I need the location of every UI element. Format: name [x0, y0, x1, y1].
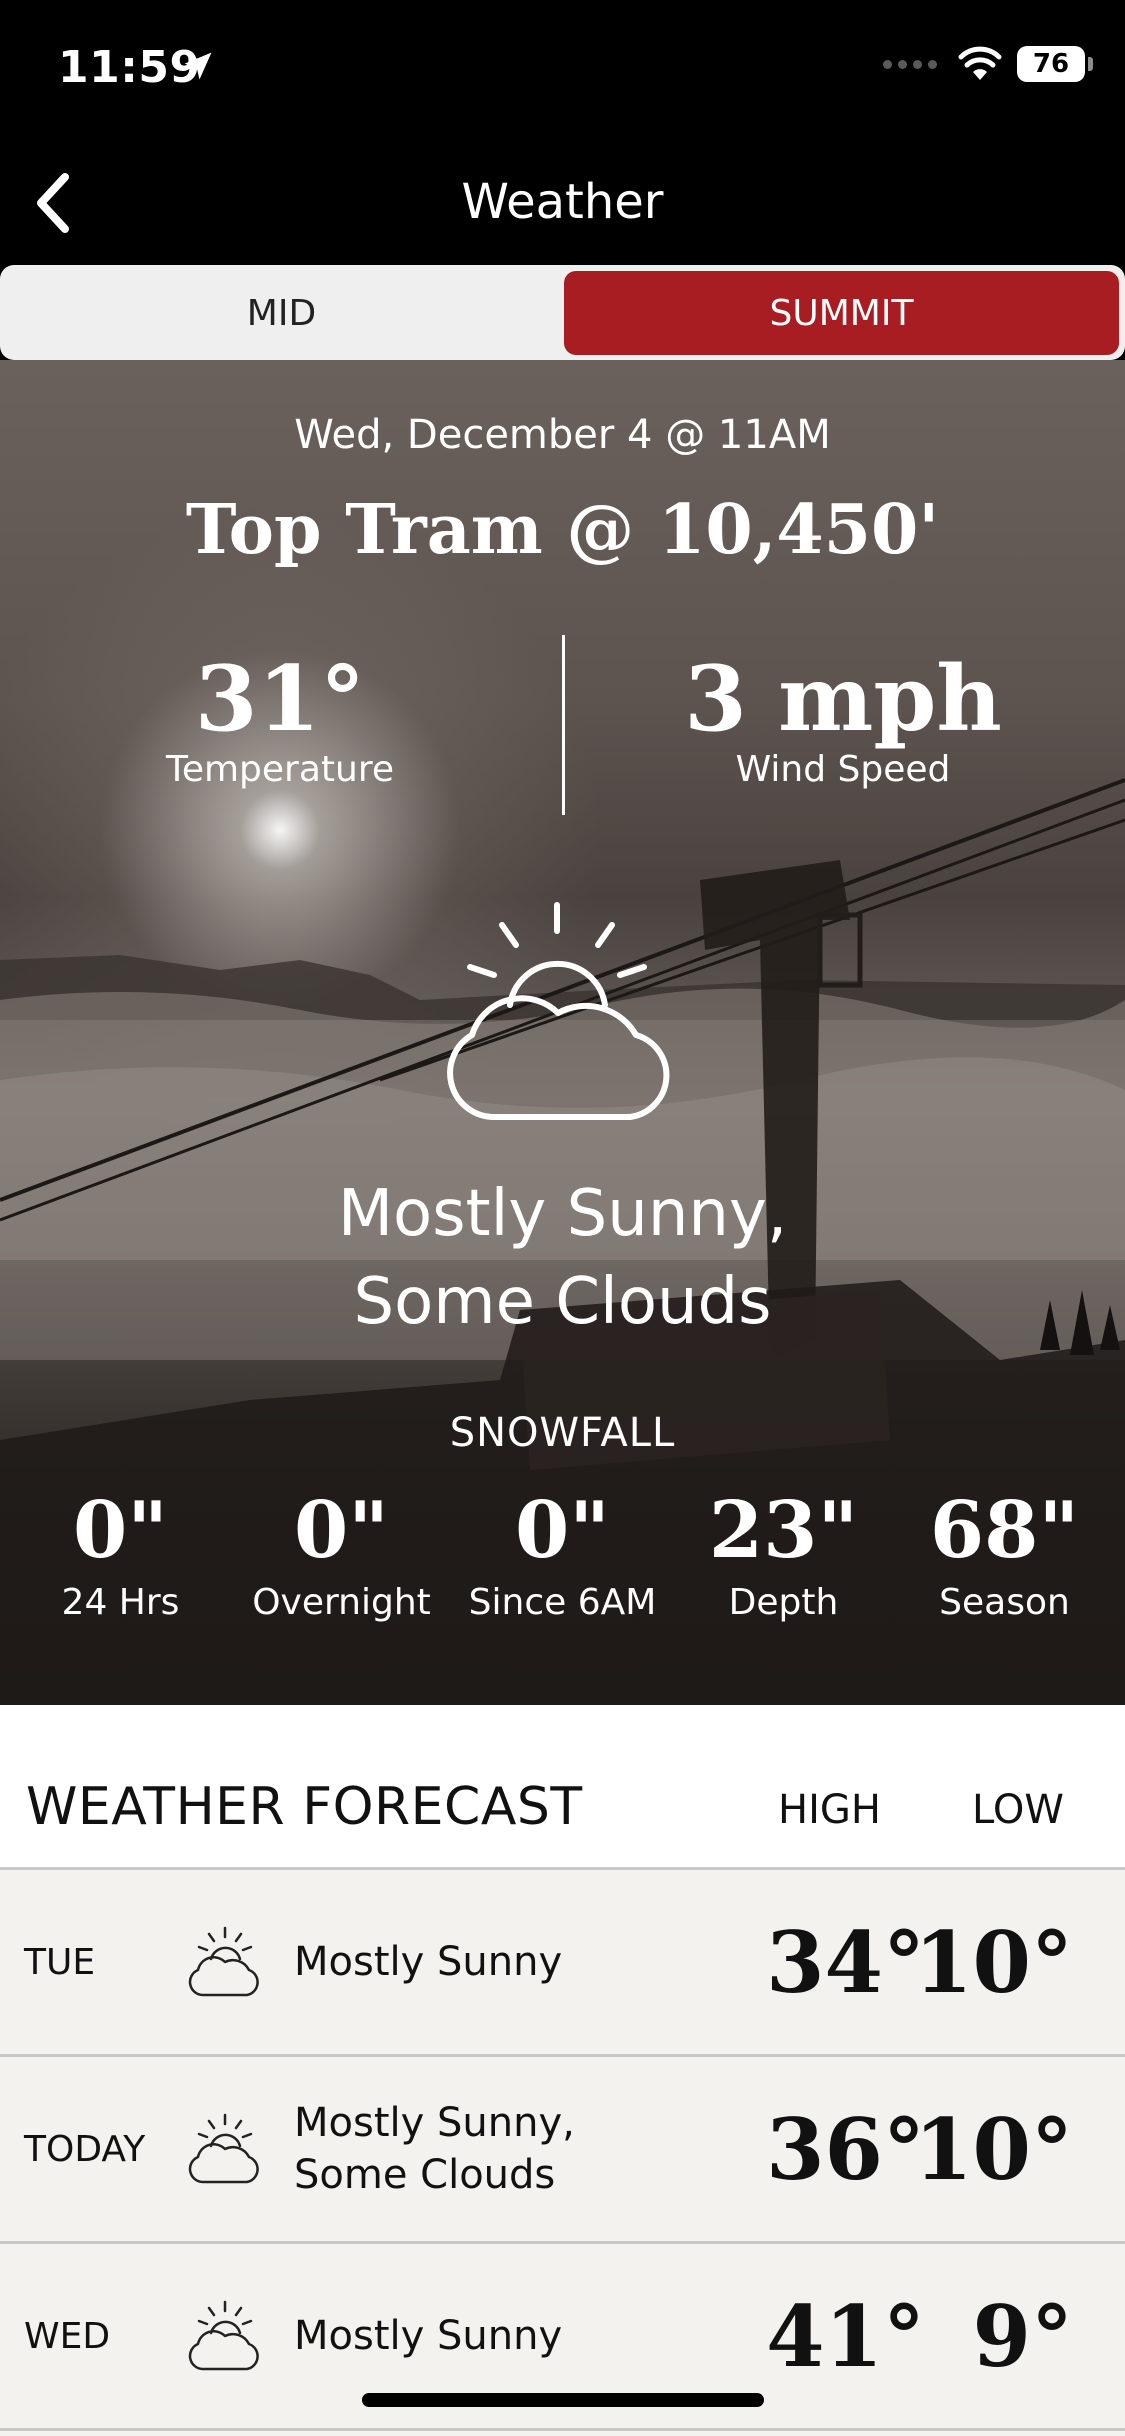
temperature-value: 31°	[194, 646, 366, 752]
snowfall-value: 23"	[708, 1485, 859, 1576]
forecast-day: TUE	[24, 1941, 96, 1983]
snowfall-label: Overnight	[252, 1581, 431, 1623]
forecast-high: 36°	[766, 2099, 925, 2199]
snowfall-overnight: 0" Overnight	[232, 1490, 452, 1623]
nav-bar: Weather	[0, 140, 1125, 265]
wind-speed-label: Wind Speed	[735, 749, 951, 790]
high-column-header: HIGH	[778, 1787, 881, 1833]
snowfall-heading: SNOWFALL	[449, 1410, 676, 1456]
wind-speed-stat: 3 mph Wind Speed	[613, 646, 1073, 791]
forecast-title: WEATHER FORECAST	[26, 1777, 583, 1837]
snowfall-season: 68" Season	[895, 1490, 1115, 1623]
forecast-condition-line2: Some Clouds	[294, 2152, 556, 2198]
snowfall-value: 0"	[515, 1485, 610, 1576]
current-condition-line2: Some Clouds	[353, 1265, 772, 1339]
forecast-condition-line1: Mostly Sunny,	[294, 2100, 575, 2146]
observation-datetime: Wed, December 4 @ 11AM	[294, 412, 831, 458]
partly-cloudy-icon	[188, 2113, 259, 2184]
forecast-high: 34°	[766, 1912, 925, 2012]
location-segmented-control: MID SUMMIT	[0, 265, 1125, 360]
page-title: Weather	[461, 174, 664, 230]
temperature-stat: 31° Temperature	[50, 646, 510, 791]
forecast-condition-line1: Mostly Sunny	[294, 1939, 563, 1985]
forecast-low: 10°	[914, 1912, 1073, 2012]
status-indicators: 76	[883, 46, 1093, 82]
forecast-condition-line1: Mostly Sunny	[294, 2313, 563, 2359]
snowfall-24hrs: 0" 24 Hrs	[11, 1490, 231, 1623]
tab-summit[interactable]: SUMMIT	[564, 271, 1119, 355]
snowfall-value: 0"	[73, 1485, 168, 1576]
status-bar: 11:59 76	[0, 0, 1125, 140]
forecast-day: WED	[24, 2315, 111, 2357]
wifi-icon	[958, 46, 1002, 80]
location-arrow-icon	[184, 52, 212, 80]
current-condition-line1: Mostly Sunny,	[337, 1177, 788, 1251]
snowfall-depth: 23" Depth	[674, 1490, 894, 1623]
snowfall-label: Depth	[728, 1581, 839, 1623]
forecast-row: TODAY Mostly Sunny, Some Clouds 36° 10°	[0, 2057, 1125, 2244]
forecast-condition: Mostly Sunny, Some Clouds	[294, 2057, 694, 2241]
partly-cloudy-icon	[188, 1926, 259, 1997]
snowfall-value: 68"	[929, 1485, 1080, 1576]
stat-divider	[562, 635, 565, 815]
battery-indicator: 76	[1017, 46, 1093, 82]
forecast-row: TUE Mostly Sunny 34° 10°	[0, 1870, 1125, 2057]
snowfall-stats: 0" 24 Hrs 0" Overnight 0" Since 6AM 23" …	[0, 1490, 1125, 1623]
snowfall-since-6am: 0" Since 6AM	[453, 1490, 673, 1623]
forecast-header: WEATHER FORECAST HIGH LOW	[0, 1705, 1125, 1870]
current-conditions-panel: Wed, December 4 @ 11AM Top Tram @ 10,450…	[0, 360, 1125, 1705]
forecast-low: 9°	[972, 2286, 1073, 2386]
weather-forecast-section: WEATHER FORECAST HIGH LOW TUE Mostly Sun…	[0, 1705, 1125, 2436]
forecast-low: 10°	[914, 2099, 1073, 2199]
cellular-signal-icon	[883, 59, 937, 69]
station-location: Top Tram @ 10,450'	[185, 490, 940, 570]
home-indicator[interactable]	[362, 2393, 764, 2407]
wind-speed-value: 3 mph	[684, 646, 1002, 752]
snowfall-label: 24 Hrs	[61, 1581, 180, 1623]
snowfall-value: 0"	[294, 1485, 389, 1576]
low-column-header: LOW	[972, 1787, 1064, 1833]
partly-cloudy-icon	[447, 902, 670, 1120]
forecast-high: 41°	[766, 2286, 925, 2386]
current-condition: Mostly Sunny, Some Clouds	[0, 1170, 1125, 1346]
forecast-day: TODAY	[24, 2128, 146, 2170]
snowfall-label: Since 6AM	[468, 1581, 657, 1623]
partly-cloudy-icon	[188, 2300, 259, 2371]
snowfall-label: Season	[939, 1581, 1070, 1623]
forecast-condition: Mostly Sunny	[294, 1870, 694, 2054]
tab-mid[interactable]: MID	[4, 271, 559, 355]
temperature-label: Temperature	[165, 749, 395, 790]
